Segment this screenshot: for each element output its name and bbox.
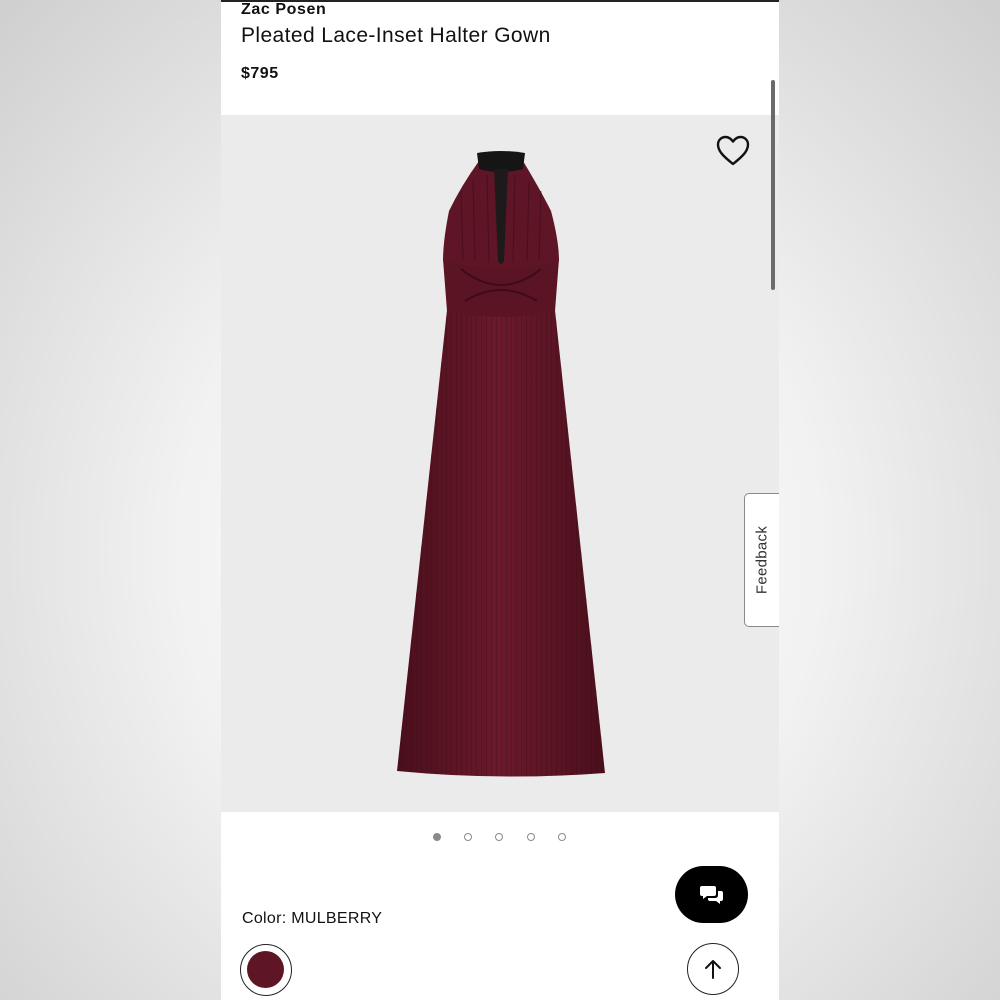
scrollbar[interactable] bbox=[771, 80, 775, 290]
back-to-top-button[interactable] bbox=[687, 943, 739, 995]
color-label: Color: MULBERRY bbox=[242, 910, 382, 928]
color-label-prefix: Color: bbox=[242, 910, 287, 927]
heart-icon[interactable] bbox=[715, 133, 751, 169]
color-value: MULBERRY bbox=[291, 910, 383, 927]
arrow-up-icon bbox=[705, 960, 721, 979]
carousel-dot-4[interactable] bbox=[527, 833, 535, 841]
color-swatch-fill bbox=[247, 951, 284, 988]
brand-name[interactable]: Zac Posen bbox=[241, 1, 326, 19]
product-image bbox=[397, 151, 605, 777]
carousel-dot-3[interactable] bbox=[495, 833, 503, 841]
carousel-dot-2[interactable] bbox=[464, 833, 472, 841]
product-page: Zac Posen Pleated Lace-Inset Halter Gown… bbox=[221, 0, 779, 1000]
carousel-dot-1[interactable] bbox=[433, 833, 441, 841]
carousel-dot-5[interactable] bbox=[558, 833, 566, 841]
color-swatch-mulberry[interactable] bbox=[240, 944, 292, 996]
feedback-tab[interactable]: Feedback bbox=[744, 493, 779, 627]
chat-button[interactable] bbox=[675, 866, 748, 923]
product-price: $795 bbox=[241, 65, 279, 82]
product-title: Pleated Lace-Inset Halter Gown bbox=[241, 24, 551, 47]
carousel-dots bbox=[221, 833, 779, 843]
chat-bubbles-icon bbox=[700, 886, 723, 904]
product-image-gallery[interactable] bbox=[221, 115, 779, 812]
feedback-label: Feedback bbox=[753, 525, 771, 595]
